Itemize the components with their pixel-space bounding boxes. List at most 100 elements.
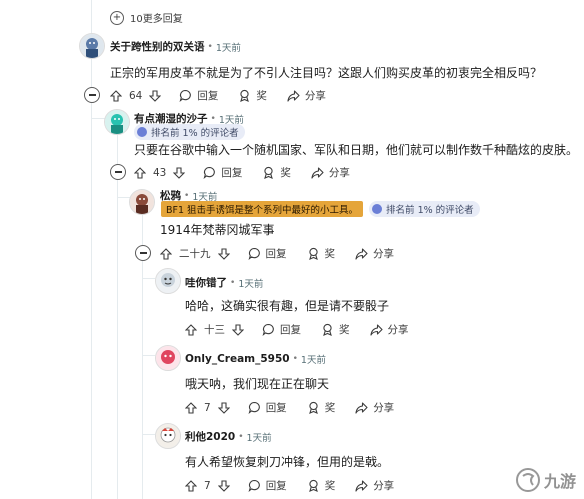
reply-label: 回复 bbox=[221, 167, 243, 179]
share-button[interactable]: 分享 bbox=[287, 88, 326, 103]
reply-button[interactable]: 回复 bbox=[248, 246, 287, 261]
share-button[interactable]: 分享 bbox=[355, 246, 394, 261]
comment-actions: 64 回复 奖 分享 bbox=[110, 88, 346, 103]
share-icon bbox=[355, 480, 368, 492]
username[interactable]: 哇你错了 bbox=[185, 275, 227, 290]
rank-icon bbox=[137, 127, 147, 137]
comment-actions: 十三 回复 奖 分享 bbox=[185, 322, 429, 337]
username[interactable]: 利他2020 bbox=[185, 429, 235, 444]
award-label: 奖 bbox=[339, 324, 350, 336]
avatar[interactable] bbox=[129, 189, 155, 215]
share-button[interactable]: 分享 bbox=[355, 400, 394, 415]
timestamp[interactable]: 1天前 bbox=[238, 276, 263, 290]
award-button[interactable]: 奖 bbox=[307, 246, 336, 261]
reply-label: 回复 bbox=[265, 480, 287, 492]
thread-connector bbox=[143, 278, 155, 279]
vote-count: 7 bbox=[204, 401, 211, 414]
avatar[interactable] bbox=[104, 109, 130, 135]
share-icon bbox=[369, 324, 383, 336]
timestamp[interactable]: 1天前 bbox=[301, 352, 326, 366]
downvote-icon[interactable] bbox=[232, 323, 244, 336]
comment-body: 1914年梵蒂冈城军事 bbox=[160, 223, 275, 237]
comment-bubble-icon bbox=[203, 166, 216, 179]
avatar[interactable] bbox=[155, 268, 181, 294]
downvote-icon[interactable] bbox=[149, 89, 162, 102]
share-icon bbox=[287, 90, 300, 102]
reply-button[interactable]: 回复 bbox=[203, 165, 242, 180]
comment-actions: 7 回复 奖 分享 bbox=[185, 478, 414, 493]
vote-group: 7 bbox=[185, 402, 230, 414]
comment-body: 哈哈，这确实很有趣，但是请不要骰子 bbox=[185, 299, 390, 313]
collapse-thread-button[interactable] bbox=[84, 87, 100, 103]
thread-line bbox=[91, 104, 92, 499]
share-button[interactable]: 分享 bbox=[311, 165, 350, 180]
vote-count: 43 bbox=[153, 166, 167, 179]
reply-label: 回复 bbox=[197, 90, 219, 102]
share-label: 分享 bbox=[373, 480, 395, 492]
reply-label: 回复 bbox=[265, 248, 287, 260]
share-button[interactable]: 分享 bbox=[355, 478, 394, 493]
timestamp[interactable]: 1天前 bbox=[247, 430, 272, 444]
share-label: 分享 bbox=[373, 402, 395, 414]
share-label: 分享 bbox=[304, 90, 326, 102]
user-flair: BF1 狙击手诱饵是整个系列中最好的小工具。 bbox=[161, 201, 364, 217]
award-button[interactable]: 奖 bbox=[238, 88, 267, 103]
reply-button[interactable]: 回复 bbox=[179, 88, 218, 103]
award-icon bbox=[240, 89, 250, 102]
comment-header: 哇你错了 • 1天前 bbox=[185, 275, 264, 290]
thread-connector bbox=[143, 355, 155, 356]
watermark-text: 九游 bbox=[543, 472, 576, 491]
comment-bubble-icon bbox=[179, 89, 192, 102]
reply-button[interactable]: 回复 bbox=[248, 478, 287, 493]
comment-header: 利他2020 • 1天前 bbox=[185, 429, 272, 444]
top-commenter-badge: 排名前 1% 的评论者 bbox=[369, 201, 480, 217]
share-label: 分享 bbox=[328, 167, 350, 179]
award-icon bbox=[264, 166, 274, 179]
downvote-icon[interactable] bbox=[217, 479, 230, 492]
share-button[interactable]: 分享 bbox=[369, 322, 409, 337]
reply-label: 回复 bbox=[265, 402, 287, 414]
comment-header: Only_Cream_5950 • 1天前 bbox=[185, 352, 326, 366]
vote-group: 十三 bbox=[185, 322, 244, 337]
username[interactable]: 关于跨性别的双关语 bbox=[110, 39, 205, 54]
vote-count: 二十九 bbox=[179, 248, 211, 260]
avatar[interactable] bbox=[155, 423, 181, 449]
collapse-thread-button[interactable] bbox=[110, 164, 126, 180]
reply-label: 回复 bbox=[280, 324, 301, 336]
upvote-icon[interactable] bbox=[185, 401, 197, 414]
award-label: 奖 bbox=[256, 90, 267, 102]
share-label: 分享 bbox=[373, 248, 394, 260]
award-button[interactable]: 奖 bbox=[307, 400, 335, 415]
upvote-icon[interactable] bbox=[185, 479, 197, 492]
award-button[interactable]: 奖 bbox=[307, 478, 336, 493]
comment-body: 哦天呐，我们现在正在聊天 bbox=[185, 377, 330, 391]
comment-bubble-icon bbox=[248, 401, 260, 414]
upvote-icon[interactable] bbox=[134, 166, 146, 179]
award-button[interactable]: 奖 bbox=[262, 165, 291, 180]
downvote-icon[interactable] bbox=[217, 247, 230, 260]
award-label: 奖 bbox=[280, 167, 291, 179]
award-label: 奖 bbox=[324, 480, 336, 492]
award-label: 奖 bbox=[324, 248, 336, 260]
reply-button[interactable]: 回复 bbox=[262, 322, 301, 337]
avatar[interactable] bbox=[155, 345, 181, 371]
comment-actions: 43 回复 奖 分享 bbox=[134, 165, 370, 180]
upvote-icon[interactable] bbox=[110, 89, 122, 102]
vote-group: 43 bbox=[134, 166, 186, 179]
downvote-icon[interactable] bbox=[173, 166, 186, 179]
upvote-icon[interactable] bbox=[160, 247, 172, 260]
avatar[interactable] bbox=[79, 33, 105, 59]
username[interactable]: Only_Cream_5950 bbox=[185, 353, 290, 365]
timestamp[interactable]: 1天前 bbox=[216, 40, 241, 54]
comment-header: 关于跨性别的双关语 • 1天前 bbox=[110, 39, 241, 54]
upvote-icon[interactable] bbox=[185, 323, 197, 336]
more-replies-link[interactable]: + 10更多回复 bbox=[110, 10, 183, 25]
award-button[interactable]: 奖 bbox=[321, 322, 350, 337]
rank-icon bbox=[372, 204, 383, 214]
vote-count: 十三 bbox=[204, 324, 225, 336]
badge-row: 排名前 1% 的评论者 bbox=[128, 124, 245, 140]
downvote-icon[interactable] bbox=[217, 401, 230, 414]
reply-button[interactable]: 回复 bbox=[248, 400, 287, 415]
collapse-thread-button[interactable] bbox=[135, 245, 151, 261]
vote-group: 64 bbox=[110, 89, 162, 102]
